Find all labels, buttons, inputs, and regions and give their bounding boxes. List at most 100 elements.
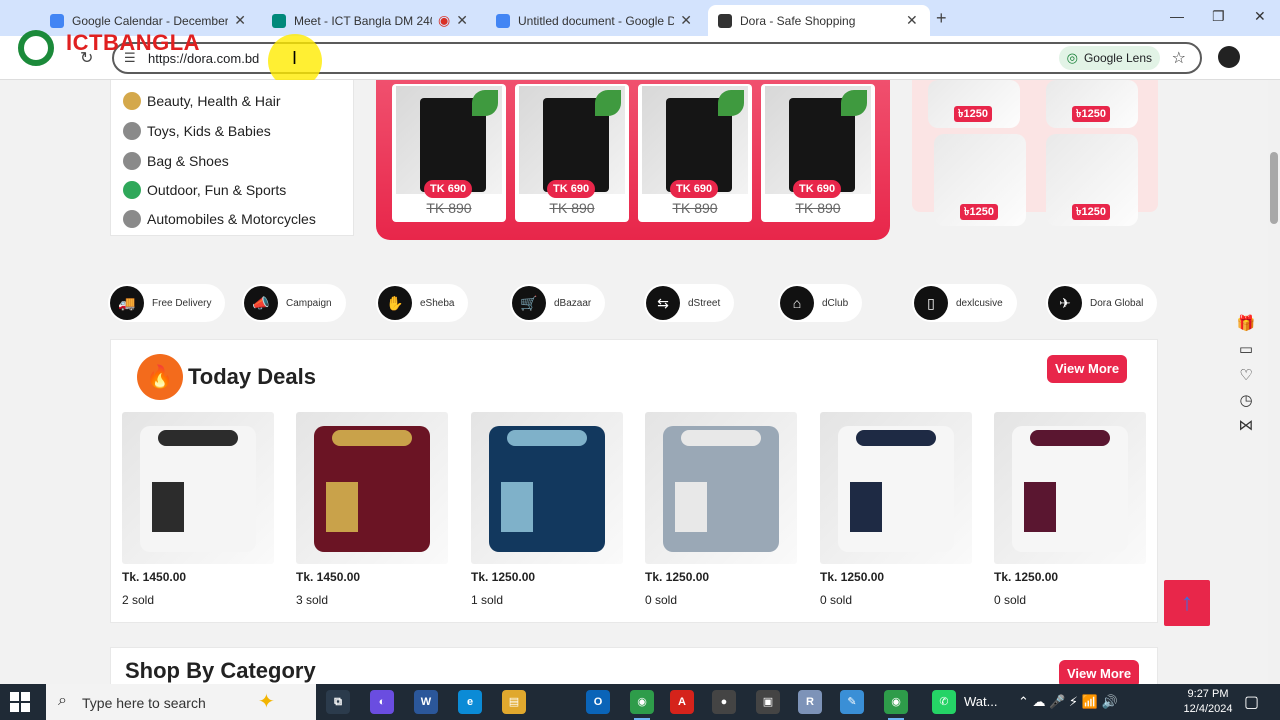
- page-viewport: Beauty, Health & Hair Toys, Kids & Babie…: [0, 80, 1268, 684]
- minimize-icon[interactable]: —: [1170, 8, 1184, 24]
- close-tab-icon[interactable]: ✕: [456, 12, 468, 29]
- category-item-beauty[interactable]: Beauty, Health & Hair: [123, 92, 281, 110]
- copilot-icon[interactable]: ◐: [370, 690, 394, 714]
- design-app-icon[interactable]: ✎: [840, 690, 864, 714]
- windows-taskbar: ⌕ Type here to search ✦ ⧉ ◐ W e ▤ O ◉ A …: [0, 684, 1280, 720]
- store-icon: ⌂: [780, 286, 814, 320]
- outdoor-icon: [123, 181, 141, 199]
- taskbar-clock[interactable]: 9:27 PM 12/4/2024: [1178, 687, 1238, 717]
- campaign-icon: 📣: [244, 286, 278, 320]
- product-image: [994, 412, 1146, 564]
- gift-icon[interactable]: 🎁: [1236, 314, 1256, 332]
- close-tab-icon[interactable]: ✕: [906, 12, 918, 29]
- service-campaign[interactable]: 📣 Campaign: [242, 284, 346, 322]
- history-icon[interactable]: ◷: [1236, 391, 1256, 409]
- task-view-icon[interactable]: ⧉: [326, 690, 350, 714]
- promo-product-image: ৳1250: [934, 134, 1026, 226]
- category-menu: Beauty, Health & Hair Toys, Kids & Babie…: [110, 80, 354, 236]
- close-tab-icon[interactable]: ✕: [234, 12, 246, 29]
- logo-ring-icon: [18, 30, 54, 66]
- file-explorer-icon[interactable]: ▤: [502, 690, 526, 714]
- beauty-icon: [123, 92, 141, 110]
- category-view-more-button[interactable]: View More: [1059, 660, 1140, 684]
- product-image: [645, 412, 797, 564]
- offer-card[interactable]: TK 690 TK 890: [515, 84, 629, 222]
- close-window-icon[interactable]: ✕: [1254, 8, 1266, 25]
- service-esheba[interactable]: ✋ eSheba: [376, 284, 469, 322]
- scrollbar-thumb[interactable]: [1270, 152, 1278, 224]
- acrobat-icon[interactable]: A: [670, 690, 694, 714]
- bag-icon: [123, 152, 141, 170]
- cart-icon: 🛒: [512, 286, 546, 320]
- chrome-icon[interactable]: ◉: [630, 690, 654, 720]
- today-deals-section: 🔥 Today Deals View More Tk. 1450.00 2 so…: [110, 339, 1158, 623]
- offer-card[interactable]: TK 690 TK 890: [392, 84, 506, 222]
- word-icon[interactable]: W: [414, 690, 438, 714]
- google-lens-button[interactable]: ◎ Google Lens: [1058, 46, 1160, 70]
- product-image: [296, 412, 448, 564]
- side-promo-banner[interactable]: ৳1250 ৳1250 ৳1250 ৳1250: [912, 80, 1158, 226]
- restore-icon[interactable]: ❐: [1212, 8, 1225, 25]
- product-image: [765, 86, 871, 194]
- tab-google-docs[interactable]: Untitled document - Google Do ✕: [486, 5, 702, 36]
- promo-product-image: ৳1250: [1046, 134, 1138, 226]
- page-scrollbar[interactable]: [1268, 80, 1280, 684]
- service-dora-global[interactable]: ✈ Dora Global: [1046, 284, 1158, 322]
- profile-avatar[interactable]: [1218, 46, 1240, 68]
- service-free-delivery[interactable]: 🚚 Free Delivery: [108, 284, 226, 322]
- car-icon: [123, 210, 141, 228]
- sparkle-icon: ✦: [258, 691, 275, 713]
- new-tab-button[interactable]: +: [936, 8, 947, 29]
- notification-icon[interactable]: ▢: [1244, 692, 1259, 712]
- floating-action-bar: 🎁 ▭ ♡ ◷ ⋈: [1232, 312, 1260, 438]
- taskbar-search-box[interactable]: ⌕ Type here to search ✦: [46, 684, 316, 720]
- ict-bangla-logo: ICTBANGLA: [14, 24, 204, 74]
- signpost-icon: ⇆: [646, 286, 680, 320]
- plane-icon: ✈: [1048, 286, 1082, 320]
- close-tab-icon[interactable]: ✕: [680, 12, 692, 29]
- bookmark-star-icon[interactable]: ☆: [1172, 48, 1186, 68]
- category-item-bags[interactable]: Bag & Shoes: [123, 152, 229, 170]
- ticket-icon[interactable]: ▭: [1236, 340, 1256, 358]
- share-icon[interactable]: ⋈: [1236, 416, 1256, 434]
- product-image: [820, 412, 972, 564]
- product-image: [519, 86, 625, 194]
- category-item-toys[interactable]: Toys, Kids & Babies: [123, 122, 271, 140]
- webcam-icon[interactable]: ●: [712, 690, 736, 714]
- back-to-top-button[interactable]: ↑: [1164, 580, 1210, 626]
- category-item-automobiles[interactable]: Automobiles & Motorcycles: [123, 210, 316, 228]
- meet-icon: [272, 13, 286, 28]
- recording-icon: ◉: [438, 12, 451, 28]
- service-dstreet[interactable]: ⇆ dStreet: [644, 284, 735, 322]
- system-tray[interactable]: ⌃ ☁ 🎤 ⚡ 📶 🔊: [1018, 694, 1118, 710]
- search-icon: ⌕: [58, 692, 67, 709]
- product-image: [642, 86, 748, 194]
- promo-product-image: ৳1250: [1046, 80, 1138, 128]
- docs-icon: [496, 13, 510, 28]
- outlook-icon[interactable]: O: [586, 690, 610, 714]
- today-deals-title: Today Deals: [188, 364, 316, 389]
- dora-icon: [718, 13, 732, 28]
- r-app-icon[interactable]: R: [798, 690, 822, 714]
- screen-recorder-icon[interactable]: ▣: [756, 690, 780, 714]
- chrome-window-icon[interactable]: ◉: [884, 690, 908, 720]
- truck-icon: 🚚: [110, 286, 144, 320]
- service-dclub[interactable]: ⌂ dClub: [778, 284, 863, 322]
- service-dexclusive[interactable]: ▯ dexlcusive: [912, 284, 1017, 322]
- tab-dora[interactable]: Dora - Safe Shopping ✕: [708, 5, 930, 36]
- whatsapp-taskbar-label[interactable]: Wat...: [964, 694, 997, 709]
- whatsapp-icon[interactable]: ✆: [932, 690, 956, 714]
- windows-start-icon[interactable]: [10, 692, 30, 712]
- shop-by-category-section: Shop By Category View More: [110, 647, 1158, 684]
- offer-card[interactable]: TK 690 TK 890: [638, 84, 752, 222]
- category-item-outdoor[interactable]: Outdoor, Fun & Sports: [123, 181, 286, 199]
- esheba-icon: ✋: [378, 286, 412, 320]
- product-image: [122, 412, 274, 564]
- tab-google-meet[interactable]: Meet - ICT Bangla DM 2402 ◉ ✕: [262, 5, 478, 36]
- phone-icon: ▯: [914, 286, 948, 320]
- today-deals-view-more-button[interactable]: View More: [1047, 355, 1128, 383]
- service-dbazaar[interactable]: 🛒 dBazaar: [510, 284, 606, 322]
- offer-card[interactable]: TK 690 TK 890: [761, 84, 875, 222]
- heart-icon[interactable]: ♡: [1236, 366, 1256, 384]
- edge-icon[interactable]: e: [458, 690, 482, 714]
